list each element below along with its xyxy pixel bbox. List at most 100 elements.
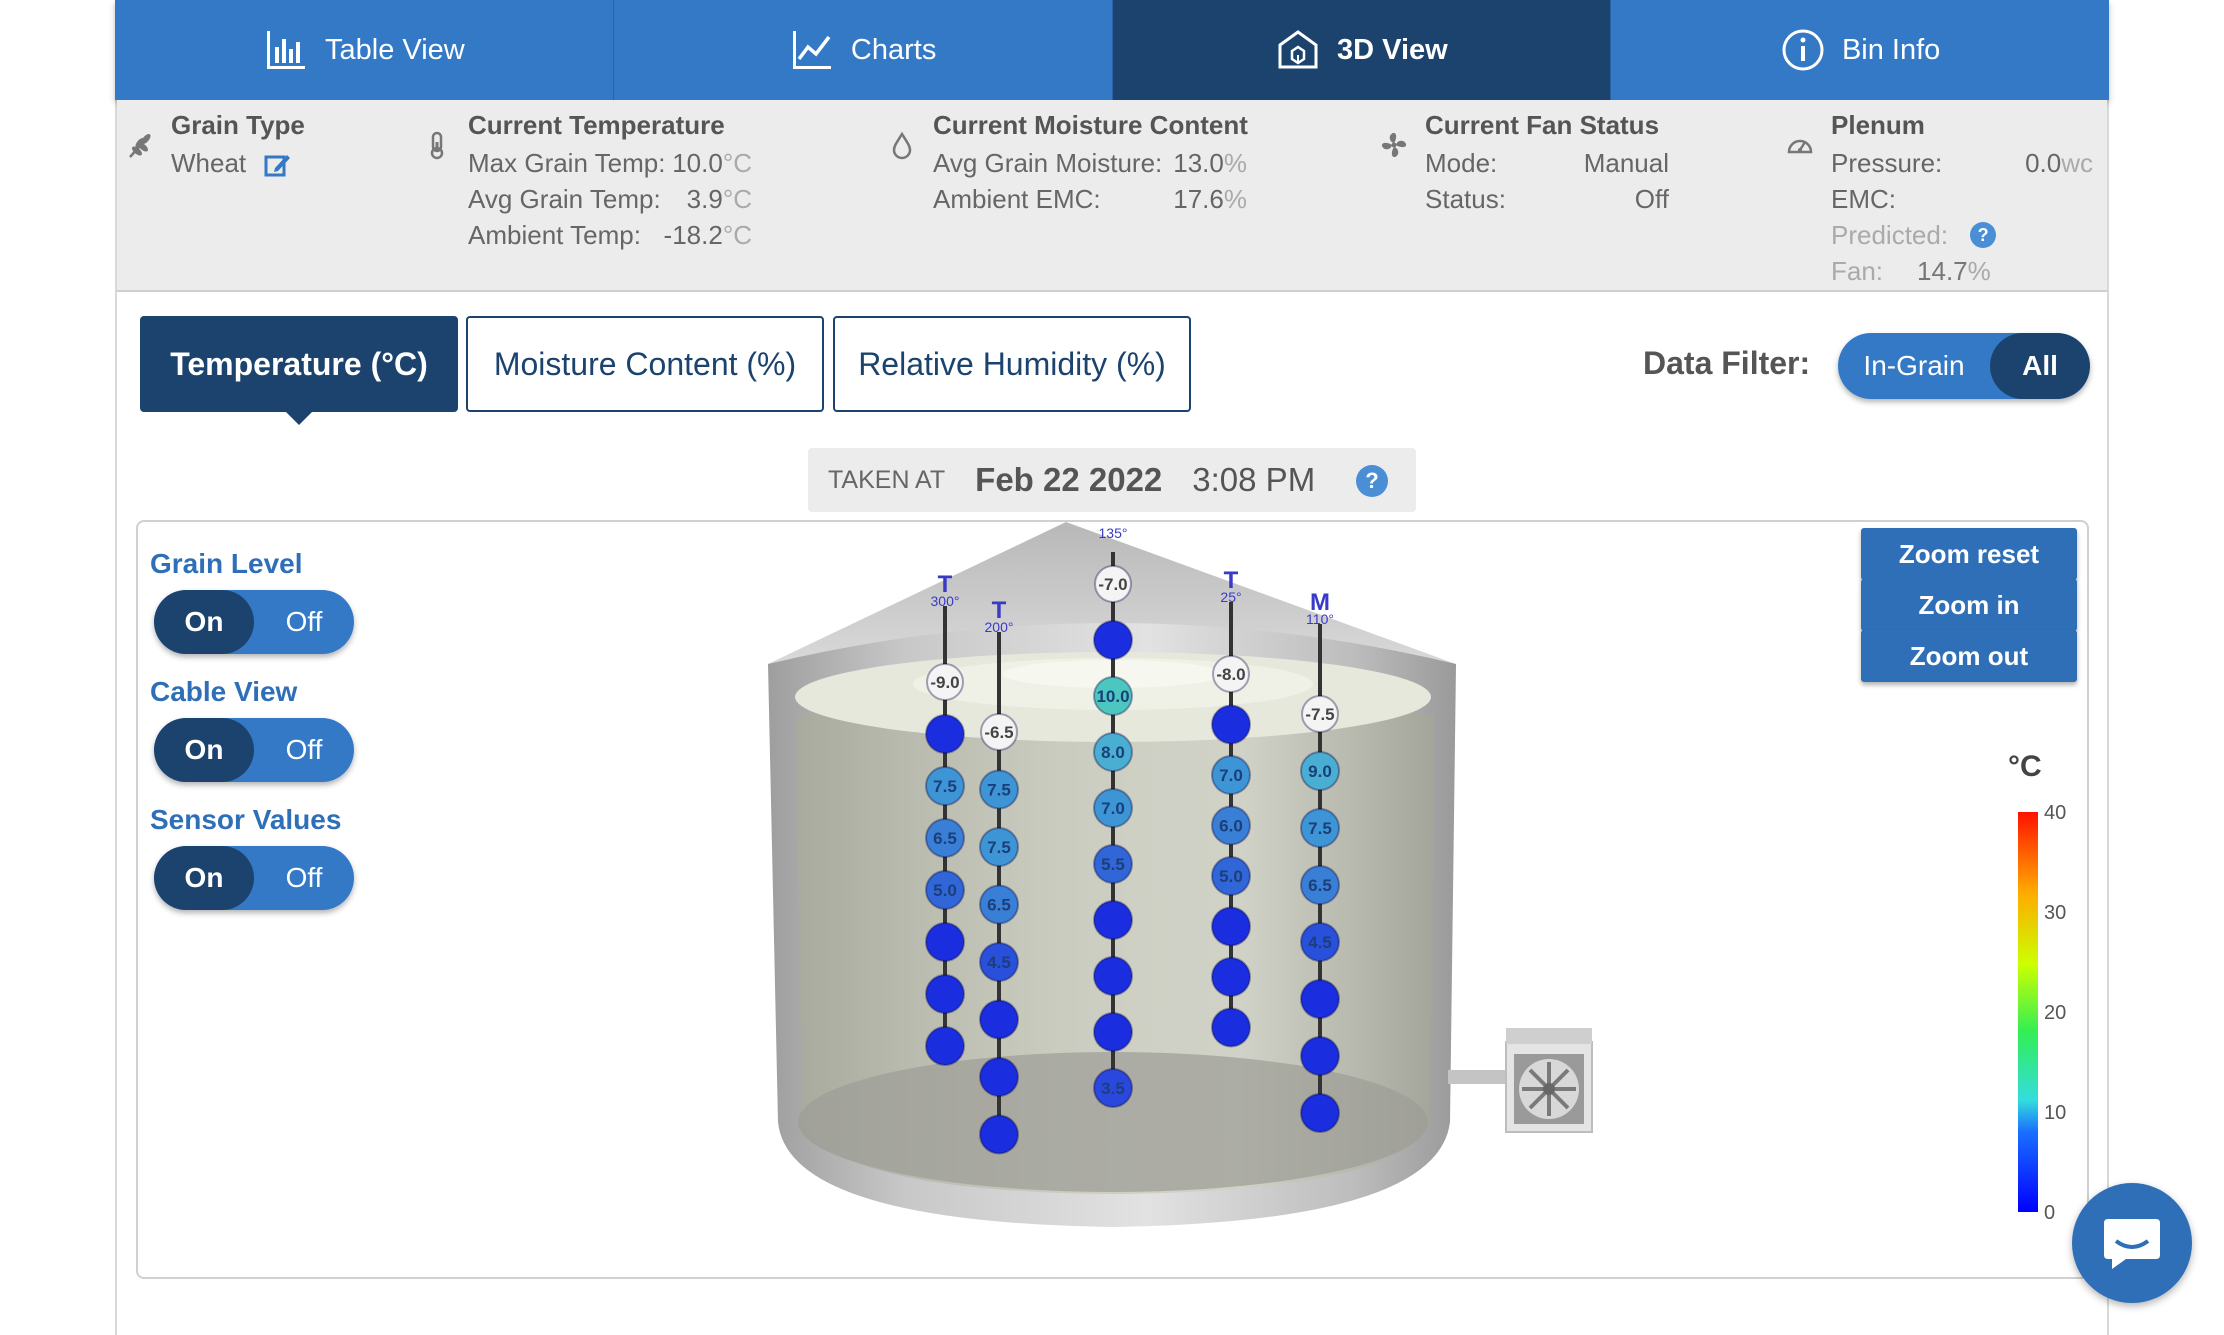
zoom-out-button[interactable]: Zoom out [1861, 630, 2077, 682]
avg-grain-temp-value: 3.9 [686, 184, 723, 214]
tab-label: 3D View [1337, 33, 1448, 66]
fan-unit-icon [1514, 1054, 1584, 1124]
sensor-value: 8.0 [1101, 743, 1125, 762]
ambient-emc-value: 17.6 [1173, 184, 1224, 214]
pressure-label: Pressure: [1831, 148, 1943, 178]
ambient-temp-label: Ambient Temp: [468, 220, 641, 250]
zoom-reset-button[interactable]: Zoom reset [1861, 528, 2077, 580]
sensor-value: 4.5 [987, 953, 1011, 972]
grain-bin-3d-model[interactable]: T300°-9.07.56.55.0T200°-6.57.57.56.54.51… [138, 522, 2089, 1279]
unit: °C [722, 184, 752, 214]
sensor-value: 7.0 [1101, 799, 1125, 818]
top-nav: Table View Charts 3D View Bin Info [115, 0, 2109, 100]
sensor-node[interactable] [925, 974, 965, 1014]
droplet-icon [892, 131, 912, 160]
temperature-color-scale [2018, 812, 2038, 1212]
sensor-value: 5.0 [933, 881, 957, 900]
taken-at-date: Feb 22 2022 [975, 461, 1163, 498]
sensor-node[interactable] [1093, 956, 1133, 996]
help-icon[interactable]: ? [1356, 465, 1388, 497]
ambient-emc-label: Ambient EMC: [933, 184, 1101, 214]
sensor-value: 4.5 [1308, 933, 1332, 952]
legend-tick: 30 [2044, 902, 2067, 924]
unit: wc [2061, 148, 2093, 178]
tab-relative-humidity[interactable]: Relative Humidity (%) [833, 316, 1191, 412]
bin-3d-icon [1278, 30, 1318, 69]
cable-angle-label: 110° [1306, 611, 1334, 627]
sensor-node[interactable] [925, 1026, 965, 1066]
tab-temperature[interactable]: Temperature (°C) [140, 316, 458, 425]
edit-icon[interactable] [263, 151, 291, 179]
sensor-node[interactable] [1300, 1093, 1340, 1133]
sensor-node[interactable] [1211, 1007, 1251, 1048]
chat-button[interactable] [2072, 1183, 2192, 1303]
sensor-value: 3.5 [1101, 1079, 1125, 1098]
sensor-node[interactable] [1300, 979, 1340, 1019]
zoom-in-button[interactable]: Zoom in [1861, 579, 2077, 631]
sensor-node[interactable] [1211, 957, 1251, 997]
data-filter-label: Data Filter: [1643, 345, 1811, 381]
sensor-value: 7.0 [1219, 766, 1243, 785]
taken-at-bar: TAKEN AT Feb 22 2022 3:08 PM ? [808, 448, 1416, 512]
sensor-node[interactable] [1093, 1012, 1133, 1052]
tab-3d-view[interactable]: 3D View [1112, 0, 1612, 100]
predicted-fan-label: Fan: [1831, 256, 1884, 286]
legend-tick: 0 [2044, 1202, 2056, 1224]
unit: °C [722, 148, 752, 178]
sensor-node[interactable] [1093, 620, 1133, 660]
sensor-node[interactable] [925, 922, 965, 962]
sensor-node[interactable] [979, 999, 1019, 1040]
sensor-value: 6.0 [1219, 817, 1243, 836]
sensor-node[interactable] [1211, 906, 1251, 947]
tab-moisture-content[interactable]: Moisture Content (%) [466, 316, 824, 412]
gauge-icon [1787, 139, 1813, 154]
temperature-title: Current Temperature [468, 110, 725, 140]
predicted-fan-value: 14.7 [1917, 256, 1968, 286]
bin-status-bar: Grain Type Wheat Current Temperature Max… [117, 100, 2107, 292]
cable-angle-label: 135° [1099, 525, 1128, 541]
unit: % [1967, 256, 1991, 286]
moisture-title: Current Moisture Content [933, 110, 1248, 140]
filter-option-all[interactable]: All [1990, 333, 2090, 399]
taken-at-time: 3:08 PM [1192, 461, 1316, 498]
tab-charts[interactable]: Charts [613, 0, 1113, 100]
cable-angle-label: 200° [985, 619, 1014, 635]
unit: °C [722, 220, 752, 250]
sensor-node[interactable] [979, 1114, 1019, 1155]
tab-table-view[interactable]: Table View [115, 0, 614, 100]
help-icon[interactable]: ? [1970, 222, 1997, 248]
legend-tick: 10 [2044, 1102, 2067, 1124]
line-chart-icon [792, 31, 831, 69]
sensor-value: -7.0 [1098, 575, 1127, 594]
unit: % [1223, 184, 1247, 214]
legend-unit: °C [2008, 750, 2042, 783]
fan-icon [1381, 132, 1407, 158]
sensor-node[interactable] [979, 1057, 1019, 1097]
sensor-node[interactable] [1300, 1036, 1340, 1076]
fan-status-title: Current Fan Status [1425, 110, 1660, 140]
legend-tick: 20 [2044, 1002, 2067, 1024]
cable-angle-label: 25° [1220, 589, 1241, 605]
fan-status-label: Status: [1425, 184, 1506, 214]
sensor-value: 7.5 [987, 781, 1011, 800]
sensor-node[interactable] [925, 714, 965, 754]
sensor-node[interactable] [1093, 900, 1133, 940]
sensor-node[interactable] [1211, 704, 1251, 745]
sensor-value: 7.5 [1308, 819, 1332, 838]
tab-label: Charts [850, 33, 937, 66]
bar-chart-icon [267, 31, 306, 69]
sensor-value: 6.5 [933, 829, 957, 848]
fan-status-value: Off [1634, 184, 1669, 214]
avg-grain-moisture-label: Avg Grain Moisture: [933, 148, 1163, 178]
fan-mode-value: Manual [1583, 148, 1669, 178]
sensor-value: 7.5 [933, 777, 957, 796]
filter-option-in-grain[interactable]: In-Grain [1838, 333, 1990, 399]
tab-bin-info[interactable]: Bin Info [1611, 0, 2109, 100]
sensor-value: -7.5 [1305, 705, 1334, 724]
legend-tick: 40 [2044, 802, 2067, 824]
wheat-icon [129, 134, 151, 158]
tab-label: Table View [325, 33, 465, 66]
avg-grain-moisture-value: 13.0 [1173, 148, 1224, 178]
data-filter-toggle[interactable]: In-Grain All [1838, 333, 2090, 399]
bin-3d-viewer[interactable]: Grain Level On Off Cable View On Off Sen… [136, 520, 2089, 1279]
